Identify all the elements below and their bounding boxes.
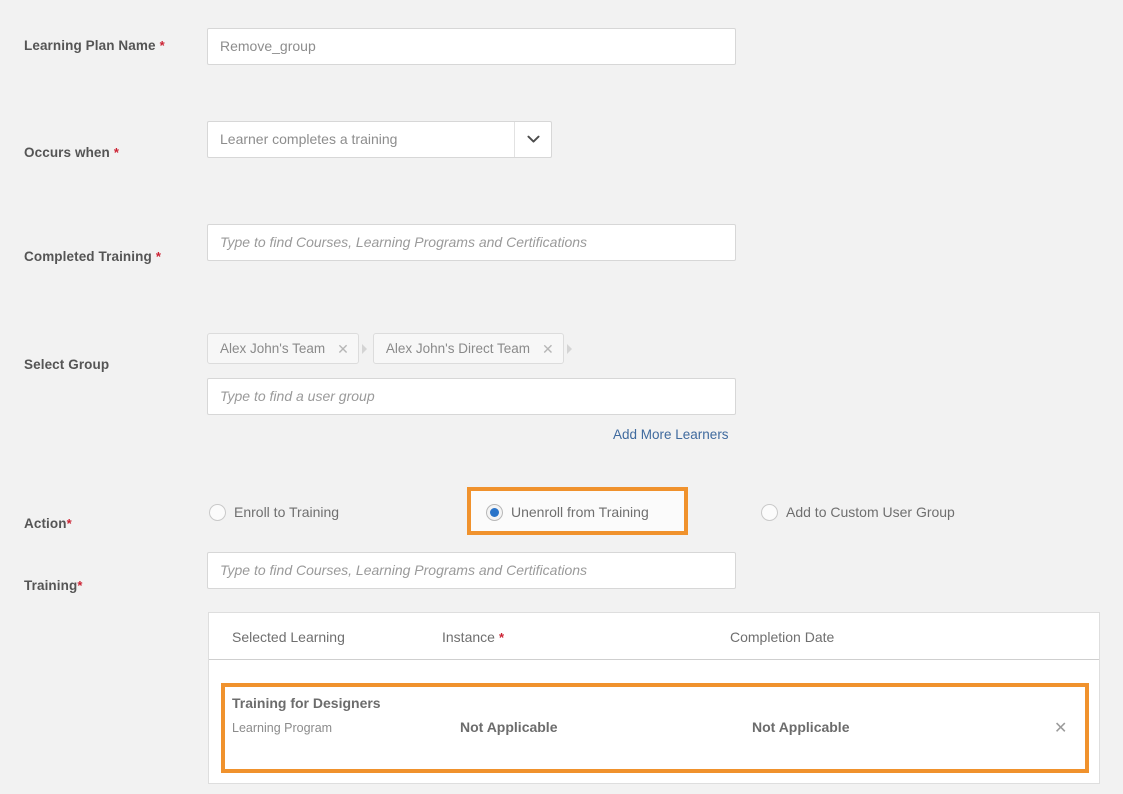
radio-selected-icon [486, 503, 503, 521]
group-chip[interactable]: Alex John's Team ✕ [207, 333, 359, 364]
close-icon[interactable]: ✕ [1054, 721, 1067, 737]
action-label-text: Action [24, 516, 67, 531]
learning-plan-form: Learning Plan Name * Remove_group Occurs … [0, 0, 1123, 794]
occurs-when-label: Occurs when * [24, 145, 119, 160]
close-icon[interactable]: ✕ [542, 342, 554, 356]
column-header-instance-text: Instance [442, 629, 495, 645]
group-chip-label: Alex John's Team [220, 341, 326, 356]
select-group-input[interactable]: Type to find a user group [207, 378, 736, 415]
row-subtitle: Learning Program [232, 721, 333, 735]
learning-plan-name-label: Learning Plan Name * [24, 38, 165, 53]
radio-enroll-to-training[interactable]: Enroll to Training [209, 499, 339, 525]
field-occurs-when: Occurs when * Learner completes a trainin… [0, 120, 1123, 180]
required-asterisk: * [159, 38, 165, 53]
column-header-completion-date: Completion Date [730, 629, 835, 645]
required-asterisk: * [77, 578, 83, 593]
training-label: Training* [24, 578, 82, 593]
radio-unselected-icon [761, 503, 778, 521]
radio-unselected-icon [209, 503, 226, 521]
select-group-label-text: Select Group [24, 357, 110, 372]
training-label-text: Training [24, 578, 78, 593]
required-asterisk: * [498, 630, 504, 645]
field-training: Training* Type to find Courses, Learning… [0, 552, 1123, 612]
selected-learning-table: Selected Learning Instance * Completion D… [208, 612, 1100, 784]
chip-caret-icon [361, 343, 370, 355]
row-title: Training for Designers [232, 695, 381, 711]
field-select-group: Select Group Alex John's Team ✕ Alex Joh… [0, 330, 1123, 460]
chip-caret-icon [566, 343, 575, 355]
field-learning-plan-name: Learning Plan Name * Remove_group [0, 14, 1123, 74]
add-more-learners-link[interactable]: Add More Learners [613, 427, 729, 442]
group-chip[interactable]: Alex John's Direct Team ✕ [372, 333, 564, 364]
column-header-selected-learning: Selected Learning [232, 629, 345, 645]
row-completion-date-value: Not Applicable [752, 719, 850, 735]
radio-unenroll-from-training-label: Unenroll from Training [511, 504, 649, 520]
learning-plan-name-input[interactable]: Remove_group [207, 28, 736, 65]
field-action: Action* Enroll to Training Unenroll from… [0, 487, 1123, 558]
table-header-row: Selected Learning Instance * Completion D… [209, 613, 1099, 660]
chevron-down-icon[interactable] [514, 122, 551, 157]
required-asterisk: * [113, 145, 120, 160]
close-icon[interactable]: ✕ [337, 342, 349, 356]
field-completed-training: Completed Training * Type to find Courses… [0, 224, 1123, 284]
column-header-instance: Instance * [442, 629, 504, 645]
radio-enroll-to-training-label: Enroll to Training [234, 504, 340, 520]
completed-training-label: Completed Training * [24, 249, 161, 264]
completed-training-input[interactable]: Type to find Courses, Learning Programs … [207, 224, 736, 261]
occurs-when-select[interactable]: Learner completes a training [207, 121, 552, 158]
radio-unenroll-from-training[interactable]: Unenroll from Training [486, 499, 649, 525]
radio-add-to-custom-user-group-label: Add to Custom User Group [786, 504, 955, 520]
select-group-label: Select Group [24, 357, 109, 372]
training-input[interactable]: Type to find Courses, Learning Programs … [207, 552, 736, 589]
occurs-when-selected-value: Learner completes a training [220, 131, 398, 147]
row-instance-value: Not Applicable [460, 719, 558, 735]
learning-plan-name-label-text: Learning Plan Name [24, 38, 156, 53]
group-chip-label: Alex John's Direct Team [385, 341, 531, 356]
selected-groups-chip-list: Alex John's Team ✕ Alex John's Direct Te… [207, 333, 578, 364]
radio-add-to-custom-user-group[interactable]: Add to Custom User Group [761, 499, 955, 525]
occurs-when-label-text: Occurs when [24, 145, 110, 160]
required-asterisk: * [155, 249, 161, 264]
completed-training-label-text: Completed Training [24, 249, 152, 264]
action-label: Action* [24, 516, 72, 531]
required-asterisk: * [66, 516, 72, 531]
